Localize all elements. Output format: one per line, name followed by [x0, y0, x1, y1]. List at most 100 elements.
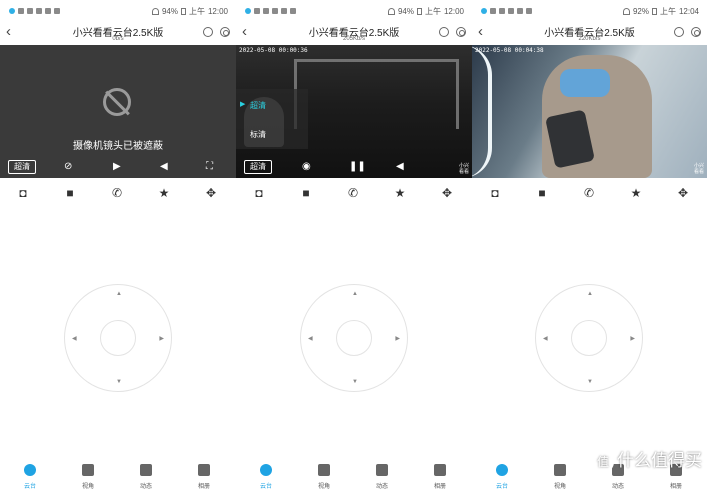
nav-label: 视角 — [317, 484, 330, 490]
nav-item-ptz[interactable]: 云台 — [10, 464, 50, 490]
status-bar: 94% 上午 12:00 — [0, 0, 236, 22]
lens-covered-message: 摄像机镜头已被遮蔽 — [73, 141, 163, 152]
clock: 12:00 — [207, 6, 228, 16]
notification-icon — [36, 8, 42, 14]
ptz-center[interactable] — [336, 320, 372, 356]
star-icon[interactable]: ★ — [157, 186, 171, 200]
nav-item-motion[interactable]: 动态 — [126, 464, 166, 490]
notification-icon — [245, 8, 251, 14]
settings-icon[interactable] — [220, 27, 230, 37]
status-bar: 94% 上午 12:00 — [236, 0, 472, 22]
status-bar: 92% 上午 12:04 — [472, 0, 707, 22]
ptz-control-pad[interactable]: ▲ ▼ ◀ ▶ — [64, 284, 172, 392]
site-watermark: 值什么值得买 — [592, 449, 702, 473]
arrow-up-icon[interactable]: ▲ — [116, 291, 122, 297]
nav-item-view[interactable]: 视角 — [304, 464, 344, 490]
video-view[interactable]: 2022-05-08 00:04:38 小兴 看看 — [472, 45, 707, 178]
bitrate: 205Kb/s — [342, 36, 366, 42]
phone-icon[interactable]: ✆ — [582, 186, 596, 200]
ptz-center[interactable] — [571, 320, 607, 356]
settings-icon[interactable] — [691, 27, 701, 37]
title-bar: ‹ 小兴看看云台2.5K版 205Kb/s — [236, 22, 472, 45]
bitrate: 0b/s — [112, 36, 124, 42]
video-record-icon[interactable]: ■ — [535, 186, 549, 200]
ptz-move-icon[interactable]: ✥ — [440, 186, 454, 200]
clock: 12:04 — [678, 6, 699, 16]
zoom-badge[interactable]: 小兴 看看 — [459, 163, 469, 175]
video-timestamp: 2022-05-08 00:00:36 — [239, 47, 308, 54]
video-timestamp: 2022-05-08 00:04:38 — [475, 47, 544, 54]
video-record-icon[interactable]: ■ — [299, 186, 313, 200]
zoom-badge[interactable]: 小兴 看看 — [694, 163, 704, 175]
quality-button[interactable]: 超清 — [244, 160, 272, 174]
nav-item-view[interactable]: 视角 — [540, 464, 580, 490]
video-view[interactable]: 摄像机镜头已被遮蔽 超清 ⊘ ▶ ◀ ⛶ — [0, 45, 236, 178]
star-icon[interactable]: ★ — [629, 186, 643, 200]
nav-label: 视角 — [81, 484, 94, 490]
title-bar: ‹ 小兴看看云台2.5K版 220Kb/s — [472, 22, 707, 45]
battery-percent: 94% — [161, 6, 178, 16]
settings-icon[interactable] — [456, 27, 466, 37]
quality-button[interactable]: 超清 — [8, 160, 36, 174]
nav-label: 相册 — [669, 484, 682, 490]
ptz-center[interactable] — [100, 320, 136, 356]
ptz-icon — [260, 464, 272, 476]
battery-percent: 92% — [632, 6, 649, 16]
camera-icon[interactable]: ◘ — [252, 186, 266, 200]
battery-icon — [651, 7, 657, 15]
phone-icon[interactable]: ✆ — [346, 186, 360, 200]
arrow-left-icon[interactable]: ◀ — [543, 336, 548, 342]
camera-icon[interactable]: ◘ — [488, 186, 502, 200]
phone-screen-1: 94% 上午 12:00 ‹ 小兴看看云台2.5K版 0b/s 摄像机镜头已被遮… — [0, 0, 236, 495]
quality-option-hd[interactable]: 超清 — [240, 100, 266, 111]
share-icon[interactable] — [439, 27, 449, 37]
wifi-icon — [387, 7, 395, 15]
arrow-down-icon[interactable]: ▼ — [587, 379, 593, 385]
arrow-down-icon[interactable]: ▼ — [352, 379, 358, 385]
ptz-move-icon[interactable]: ✥ — [204, 186, 218, 200]
ptz-control-pad[interactable]: ▲ ▼ ◀ ▶ — [300, 284, 408, 392]
nav-item-view[interactable]: 视角 — [68, 464, 108, 490]
nav-item-ptz[interactable]: 云台 — [482, 464, 522, 490]
fullscreen-icon[interactable]: ⛶ — [206, 161, 213, 173]
scene-bunk-bed — [294, 59, 459, 129]
quality-option-sd[interactable]: 标清 — [250, 129, 266, 140]
arrow-left-icon[interactable]: ◀ — [72, 336, 77, 342]
nav-item-album[interactable]: 相册 — [420, 464, 460, 490]
arrow-right-icon[interactable]: ▶ — [630, 336, 635, 342]
arrow-up-icon[interactable]: ▲ — [352, 291, 358, 297]
nav-label: 云台 — [23, 484, 36, 490]
nav-item-album[interactable]: 相册 — [184, 464, 224, 490]
arrow-right-icon[interactable]: ▶ — [395, 336, 400, 342]
share-icon[interactable] — [674, 27, 684, 37]
volume-icon[interactable]: ◀ — [396, 161, 404, 173]
notification-icon — [45, 8, 51, 14]
ptz-control-pad[interactable]: ▲ ▼ ◀ ▶ — [535, 284, 643, 392]
scene-ring-light — [472, 45, 492, 178]
video-record-icon[interactable]: ■ — [63, 186, 77, 200]
phone-icon[interactable]: ✆ — [110, 186, 124, 200]
nav-label: 动态 — [375, 484, 388, 490]
privacy-icon[interactable]: ◉ — [302, 161, 311, 173]
ptz-move-icon[interactable]: ✥ — [676, 186, 690, 200]
video-view[interactable]: 2022-05-08 00:00:36 超清 标清 超清 ◉ ❚❚ ◀ 小兴 看… — [236, 45, 472, 178]
arrow-left-icon[interactable]: ◀ — [308, 336, 313, 342]
quality-menu: 超清 标清 — [236, 89, 308, 149]
notification-icon — [499, 8, 505, 14]
volume-icon[interactable]: ◀ — [160, 161, 168, 173]
pause-icon[interactable]: ❚❚ — [349, 161, 366, 173]
privacy-icon[interactable]: ⊘ — [64, 161, 72, 173]
watermark-badge: 值 — [592, 450, 614, 473]
arrow-up-icon[interactable]: ▲ — [587, 291, 593, 297]
share-icon[interactable] — [203, 27, 213, 37]
arrow-right-icon[interactable]: ▶ — [159, 336, 164, 342]
nav-item-ptz[interactable]: 云台 — [246, 464, 286, 490]
play-icon[interactable]: ▶ — [113, 161, 121, 173]
album-icon — [198, 464, 210, 476]
nav-item-motion[interactable]: 动态 — [362, 464, 402, 490]
arrow-down-icon[interactable]: ▼ — [116, 379, 122, 385]
notification-icon — [490, 8, 496, 14]
star-icon[interactable]: ★ — [393, 186, 407, 200]
am-pm: 上午 — [659, 6, 676, 16]
camera-icon[interactable]: ◘ — [16, 186, 30, 200]
